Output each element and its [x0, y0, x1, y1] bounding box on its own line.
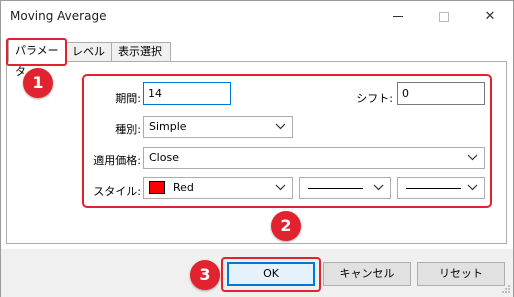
- chevron-down-icon: [467, 184, 478, 191]
- minimize-icon: [393, 16, 403, 17]
- price-select[interactable]: Close: [143, 147, 485, 169]
- tab-strip: パラメータ レベル 表示選択: [1, 39, 513, 78]
- cancel-button-label: キャンセル: [339, 267, 395, 280]
- ok-button[interactable]: OK: [227, 262, 315, 286]
- cancel-button[interactable]: キャンセル: [323, 262, 411, 286]
- line-style-select[interactable]: [299, 177, 391, 199]
- period-label: 期間:: [115, 92, 141, 105]
- maximize-button: [421, 1, 467, 32]
- tab-visualization-label: 表示選択: [118, 45, 162, 58]
- chevron-down-icon: [275, 184, 286, 191]
- chevron-down-icon: [373, 184, 384, 191]
- method-select[interactable]: Simple: [143, 116, 293, 138]
- shift-value: 0: [402, 87, 409, 100]
- tab-parameters[interactable]: パラメータ: [8, 39, 66, 78]
- minimize-button[interactable]: [375, 1, 421, 32]
- title-bar[interactable]: Moving Average ✕: [1, 1, 513, 32]
- period-value: 14: [148, 87, 162, 100]
- color-select[interactable]: Red: [143, 177, 293, 199]
- chevron-down-icon: [467, 154, 478, 161]
- tab-levels[interactable]: レベル: [65, 42, 112, 61]
- tab-levels-label: レベル: [72, 45, 105, 58]
- color-swatch: [149, 180, 165, 194]
- shift-label: シフト:: [356, 92, 393, 105]
- callout-badge-2: 2: [271, 211, 301, 241]
- line-style-sample: [308, 188, 363, 189]
- reset-button[interactable]: リセット: [417, 262, 505, 286]
- shift-input[interactable]: 0: [397, 82, 485, 105]
- line-width-select[interactable]: [397, 177, 485, 199]
- window-title: Moving Average: [10, 9, 107, 23]
- reset-button-label: リセット: [439, 267, 483, 280]
- ok-button-label: OK: [263, 267, 279, 280]
- method-label: 種別:: [115, 123, 141, 136]
- line-width-sample: [406, 188, 461, 189]
- close-button[interactable]: ✕: [467, 1, 513, 32]
- callout-badge-1: 1: [23, 68, 53, 98]
- maximize-icon: [439, 11, 449, 22]
- dialog-window: Moving Average ✕ パラメータ レベル 表示選択 期間: 14 シ…: [0, 0, 514, 297]
- price-label: 適用価格:: [93, 154, 141, 167]
- close-icon: ✕: [484, 9, 496, 24]
- resize-grip-icon[interactable]: [501, 284, 511, 294]
- color-name: Red: [173, 181, 194, 194]
- period-input[interactable]: 14: [143, 82, 231, 105]
- tab-visualization[interactable]: 表示選択: [111, 42, 171, 61]
- price-value: Close: [149, 151, 179, 164]
- chevron-down-icon: [275, 123, 286, 130]
- method-value: Simple: [149, 120, 187, 133]
- callout-badge-3: 3: [190, 260, 220, 290]
- style-label: スタイル:: [93, 185, 141, 198]
